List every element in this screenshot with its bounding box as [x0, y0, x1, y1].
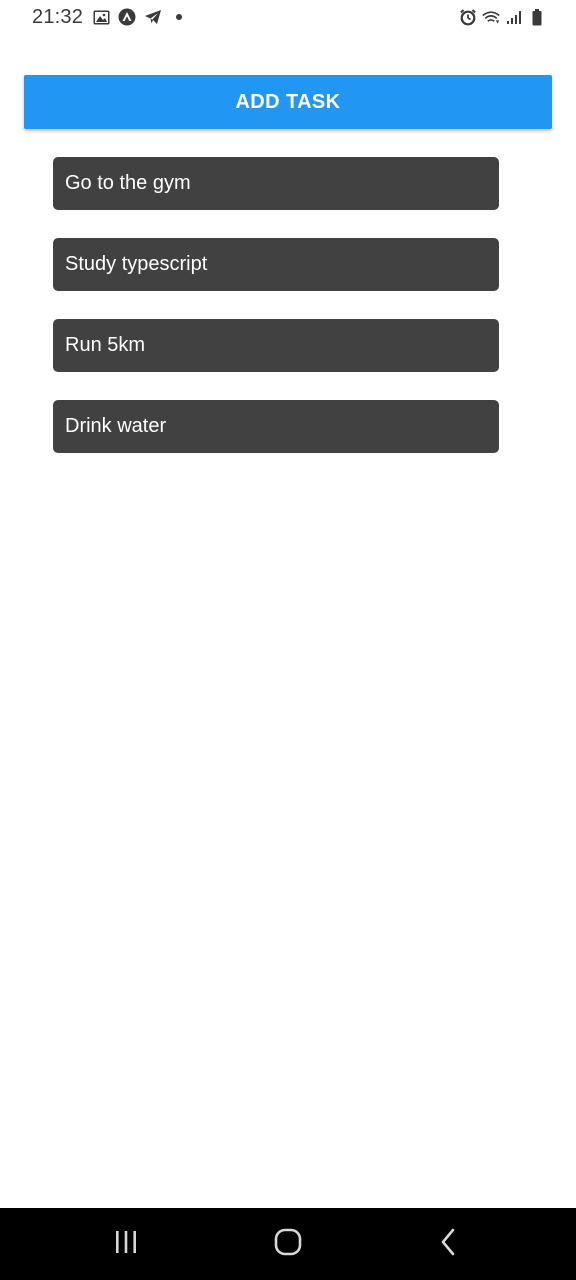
status-bar: 21:32 [0, 0, 576, 36]
status-time: 21:32 [32, 6, 84, 28]
gallery-icon [92, 8, 110, 26]
task-item[interactable]: Go to the gym [53, 157, 499, 210]
wifi-icon [482, 8, 500, 26]
task-item[interactable]: Study typescript [53, 238, 499, 291]
telegram-icon [144, 8, 162, 26]
app-circle-icon [118, 8, 136, 26]
home-button[interactable] [258, 1224, 318, 1264]
task-item[interactable]: Run 5km [53, 319, 499, 372]
add-task-button[interactable]: ADD TASK [24, 75, 552, 129]
task-list: Go to the gym Study typescript Run 5km D… [53, 157, 499, 481]
home-icon [274, 1228, 302, 1261]
back-icon [438, 1228, 458, 1261]
alarm-icon [459, 8, 477, 26]
signal-icon [505, 8, 523, 26]
battery-icon [528, 8, 546, 26]
dot-icon [170, 8, 188, 26]
navigation-bar [0, 1208, 576, 1280]
status-notification-icons [92, 8, 188, 26]
recent-apps-icon [113, 1229, 139, 1260]
back-button[interactable] [418, 1224, 478, 1264]
status-system-icons [459, 8, 546, 26]
recent-apps-button[interactable] [96, 1224, 156, 1264]
task-item[interactable]: Drink water [53, 400, 499, 453]
